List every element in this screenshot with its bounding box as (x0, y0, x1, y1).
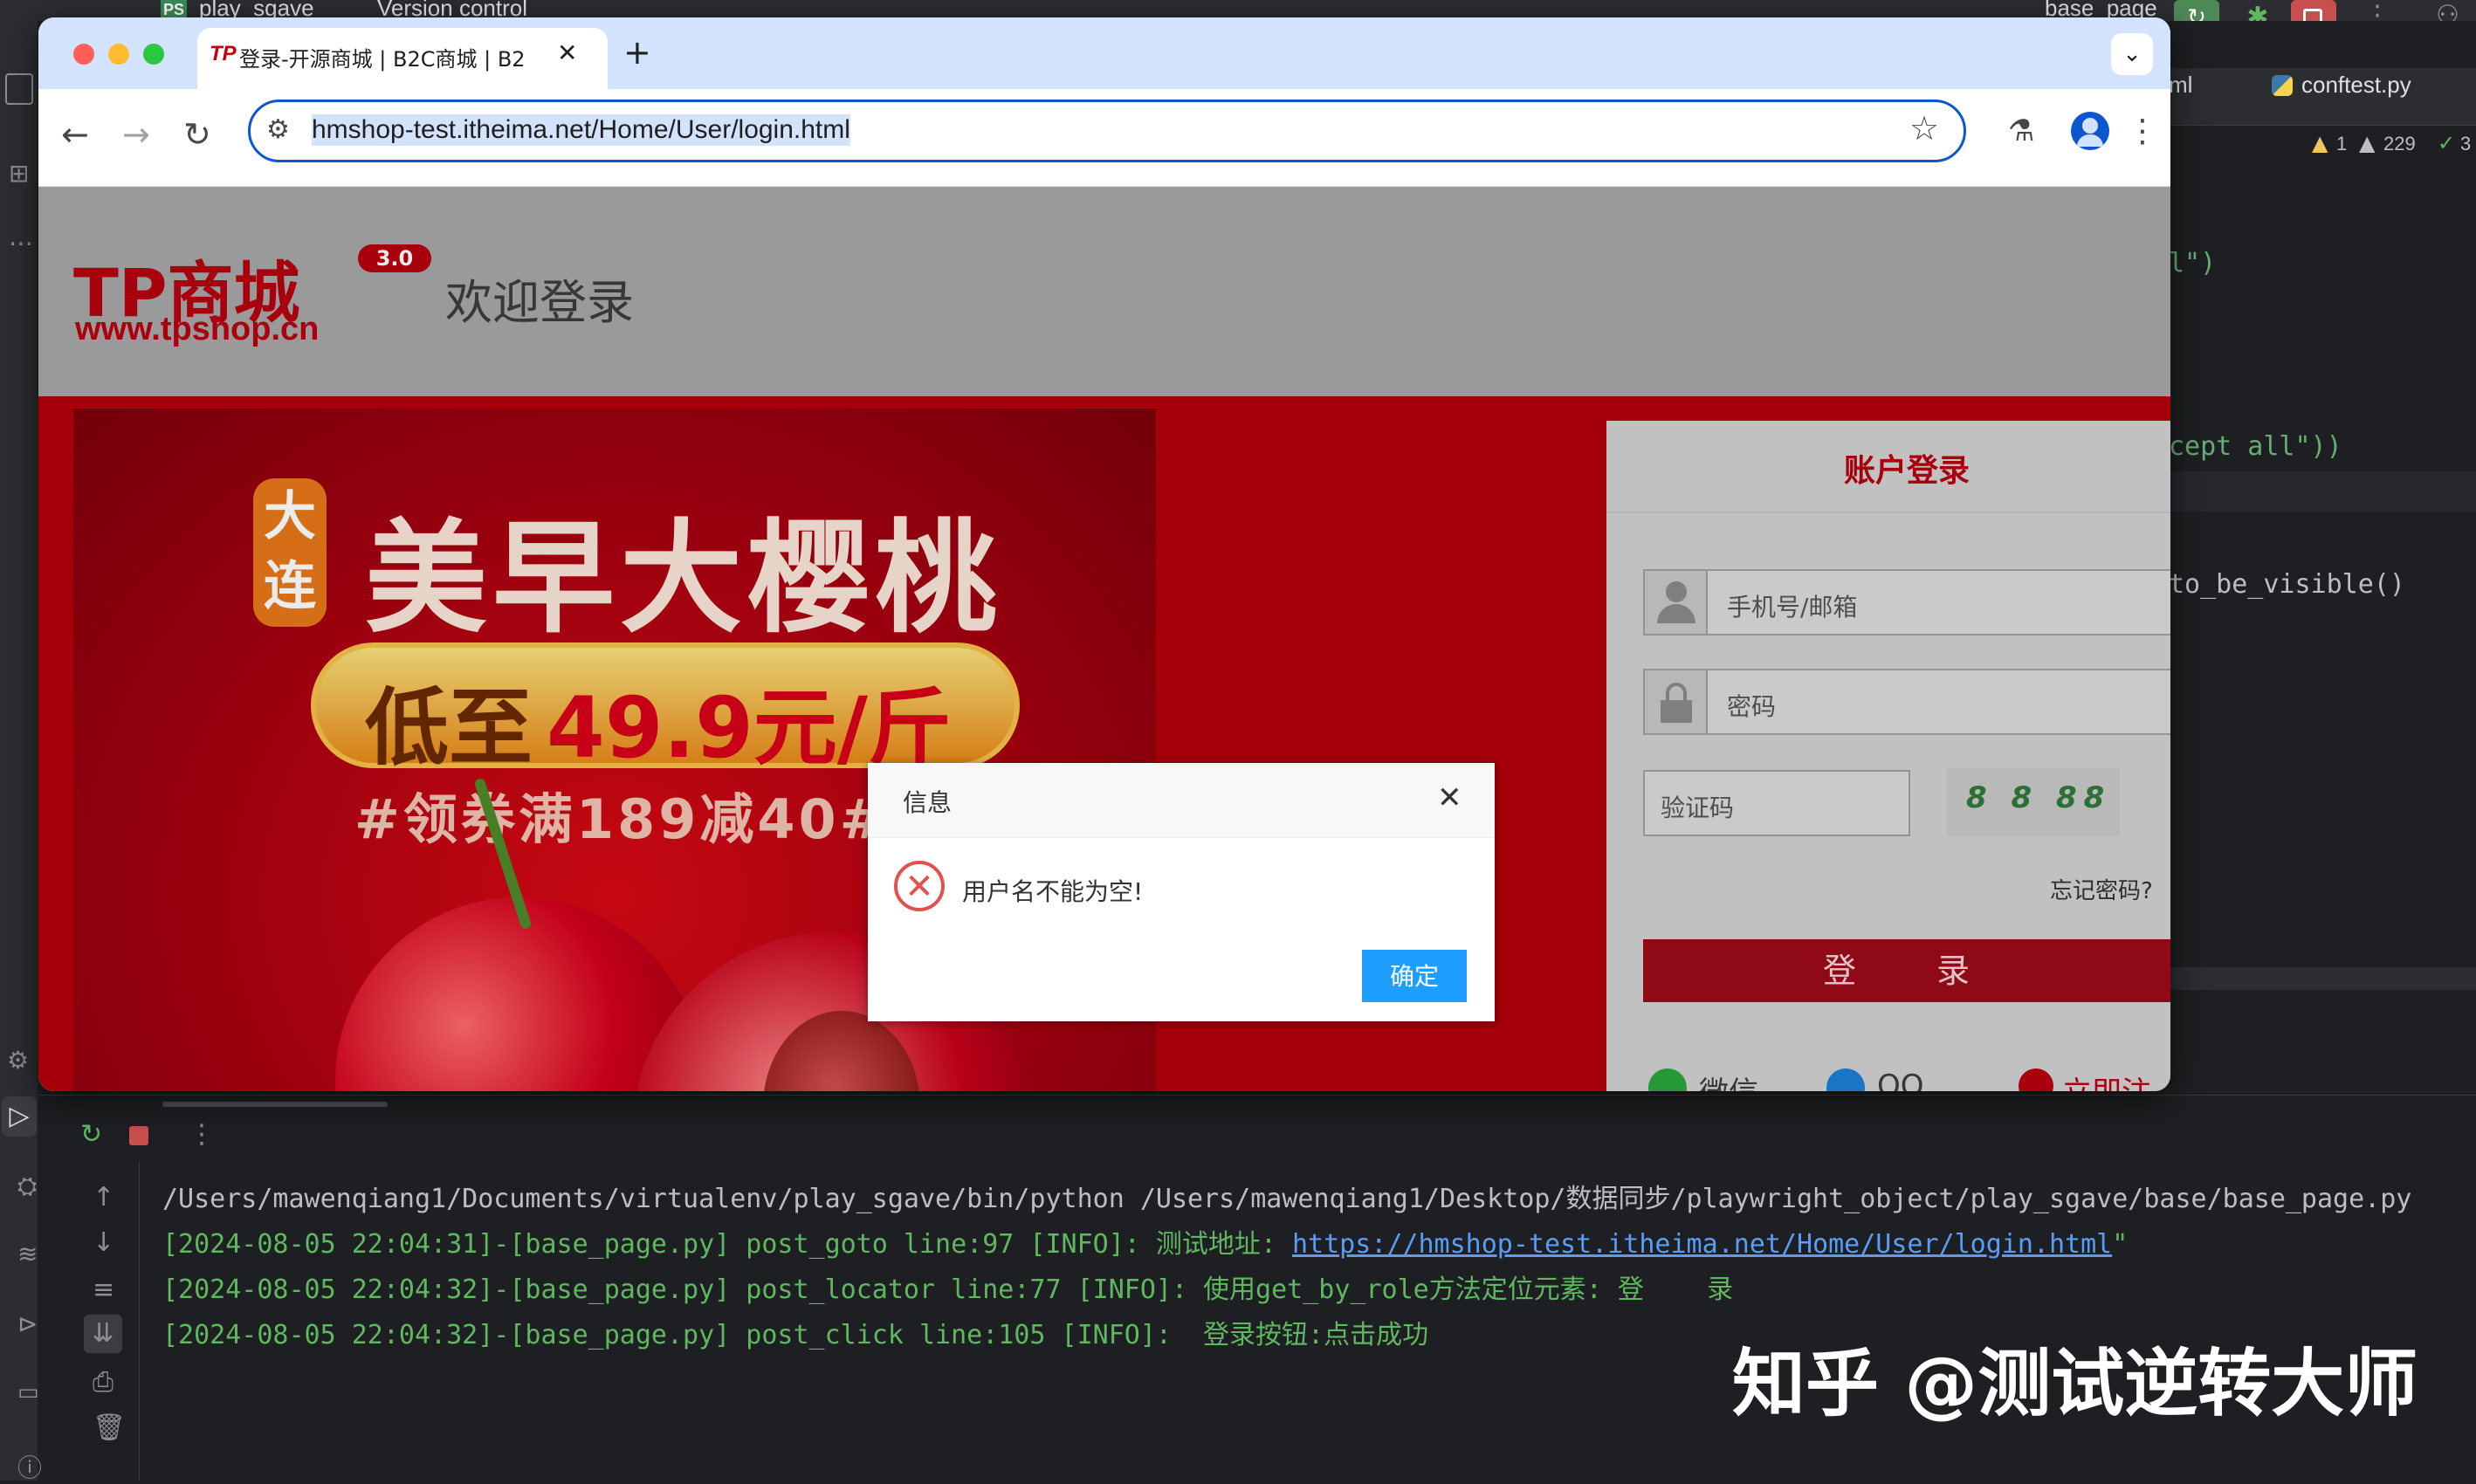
console-line: [2024-08-05 22:04:32]-[base_page.py] pos… (162, 1313, 1428, 1351)
run-tab-icon[interactable]: ▷ (2, 1096, 37, 1137)
warning-icon: ▲ (2312, 131, 2328, 155)
url-text[interactable]: hmshop-test.itheima.net/Home/User/login.… (312, 114, 850, 146)
editor-scroll-strip (2169, 967, 2476, 990)
layers-icon[interactable]: ≋ (17, 1240, 38, 1268)
console-text: " (2112, 1229, 2129, 1260)
back-icon[interactable]: ← (61, 115, 89, 154)
site-info-icon[interactable]: ⚙ (266, 114, 290, 145)
alert-dialog: 信息 ✕ ✕ 用户名不能为空! 确定 (868, 763, 1495, 1021)
python-console-icon[interactable]: ⛭ (17, 1171, 37, 1201)
tab-strip: TP 登录-开源商城 | B2C商城 | B2 ✕ + ⌄ (38, 17, 2170, 89)
console-text: [2024-08-05 22:04:31]-[base_page.py] pos… (162, 1229, 1292, 1260)
python-file-icon (2272, 75, 2293, 96)
soft-wrap-icon[interactable]: ≡ (93, 1274, 114, 1305)
watermark: 知乎 @测试逆转大师 (1732, 1341, 2418, 1426)
tab-close-icon[interactable]: ✕ (557, 38, 577, 67)
tab-title: 登录-开源商城 | B2C商城 | B2 (239, 47, 526, 72)
console-text: /Users/mawenqiang1/Documents/virtualenv/… (162, 1184, 2412, 1214)
print-icon[interactable]: ⎙ (93, 1367, 113, 1398)
code-line[interactable]: l") (2169, 248, 2216, 278)
console-text: [2024-08-05 22:04:32]-[base_page.py] pos… (162, 1274, 1734, 1305)
new-tab-icon[interactable]: + (623, 33, 651, 72)
editor-tab-partial[interactable]: ml (2169, 72, 2192, 99)
code-line[interactable]: cept all")) (2169, 431, 2342, 462)
ok-count[interactable]: 3 (2460, 133, 2471, 155)
dialog-header: 信息 ✕ (868, 763, 1495, 838)
code-editor (2169, 21, 2476, 1095)
check-icon: ✓ (2438, 131, 2456, 155)
tab-favicon: TP (210, 42, 237, 65)
ok-button[interactable]: 确定 (1362, 950, 1467, 1002)
run-panel-scroll-indicator (162, 1102, 388, 1107)
weak-warning-icon: ▲ (2359, 131, 2376, 155)
editor-tabs: ml conftest.py (2169, 68, 2476, 126)
minimize-window-button[interactable] (108, 44, 129, 65)
warning-count[interactable]: 1 (2336, 133, 2347, 155)
code-current-line (2169, 471, 2476, 512)
terminal-icon[interactable]: ▭ (17, 1379, 39, 1405)
dialog-close-icon[interactable]: ✕ (1437, 780, 1462, 815)
labs-icon[interactable]: ⚗ (2008, 113, 2034, 148)
profile-avatar[interactable] (2071, 112, 2109, 150)
inspection-widget: ▲ 1 ▲ 229 ✓ 3 (2312, 131, 2476, 157)
run-gutter: ↑ ↓ ≡ ⇊ ⎙ 🗑 (77, 1161, 140, 1481)
console-line: [2024-08-05 22:04:32]-[base_page.py] pos… (162, 1268, 1733, 1306)
project-folder-icon[interactable] (5, 73, 33, 105)
forward-icon[interactable]: → (122, 115, 150, 154)
address-bar[interactable]: ⚙ hmshop-test.itheima.net/Home/User/logi… (248, 100, 1966, 162)
zoom-window-button[interactable] (143, 44, 164, 65)
bookmark-star-icon[interactable]: ☆ (1909, 109, 1939, 148)
dialog-title: 信息 (903, 788, 953, 817)
editor-tab-conftest[interactable]: conftest.py (2301, 72, 2411, 99)
tab-search-icon[interactable]: ⌄ (2111, 33, 2153, 75)
services-icon[interactable]: ⚙ (7, 1046, 29, 1075)
stop-run-icon[interactable] (129, 1126, 148, 1145)
services-tab-icon[interactable]: ⊳ (17, 1309, 38, 1338)
scroll-to-end-icon[interactable]: ⇊ (84, 1315, 122, 1353)
run-more-icon[interactable]: ⋮ (189, 1119, 215, 1150)
code-line[interactable]: to_be_visible() (2169, 569, 2405, 600)
weak-warning-count[interactable]: 229 (2383, 133, 2416, 155)
browser-menu-icon[interactable]: ⋮ (2127, 113, 2158, 149)
scroll-down-icon[interactable]: ↓ (93, 1227, 114, 1258)
scroll-up-icon[interactable]: ↑ (93, 1182, 114, 1213)
console-link[interactable]: https://hmshop-test.itheima.net/Home/Use… (1292, 1229, 2112, 1260)
error-icon: ✕ (894, 861, 945, 911)
console-line: [2024-08-05 22:04:31]-[base_page.py] pos… (162, 1222, 2128, 1261)
console-line-command: /Users/mawenqiang1/Documents/virtualenv/… (162, 1177, 2411, 1215)
rerun-run-icon[interactable]: ↻ (80, 1119, 102, 1150)
dialog-message: 用户名不能为空! (962, 877, 1144, 906)
problems-icon[interactable]: ⓘ (17, 1449, 42, 1484)
more-tools-icon[interactable]: ⋯ (9, 229, 33, 258)
clear-icon[interactable]: 🗑 (93, 1412, 126, 1443)
structure-icon[interactable]: ⊞ (9, 159, 29, 188)
reload-icon[interactable]: ↻ (183, 115, 211, 154)
browser-window: TP 登录-开源商城 | B2C商城 | B2 ✕ + ⌄ ← → ↻ ⚙ hm… (38, 17, 2170, 1091)
browser-tab-active[interactable]: TP 登录-开源商城 | B2C商城 | B2 ✕ (197, 28, 608, 89)
close-window-button[interactable] (73, 44, 94, 65)
console-text: [2024-08-05 22:04:32]-[base_page.py] pos… (162, 1320, 1429, 1350)
